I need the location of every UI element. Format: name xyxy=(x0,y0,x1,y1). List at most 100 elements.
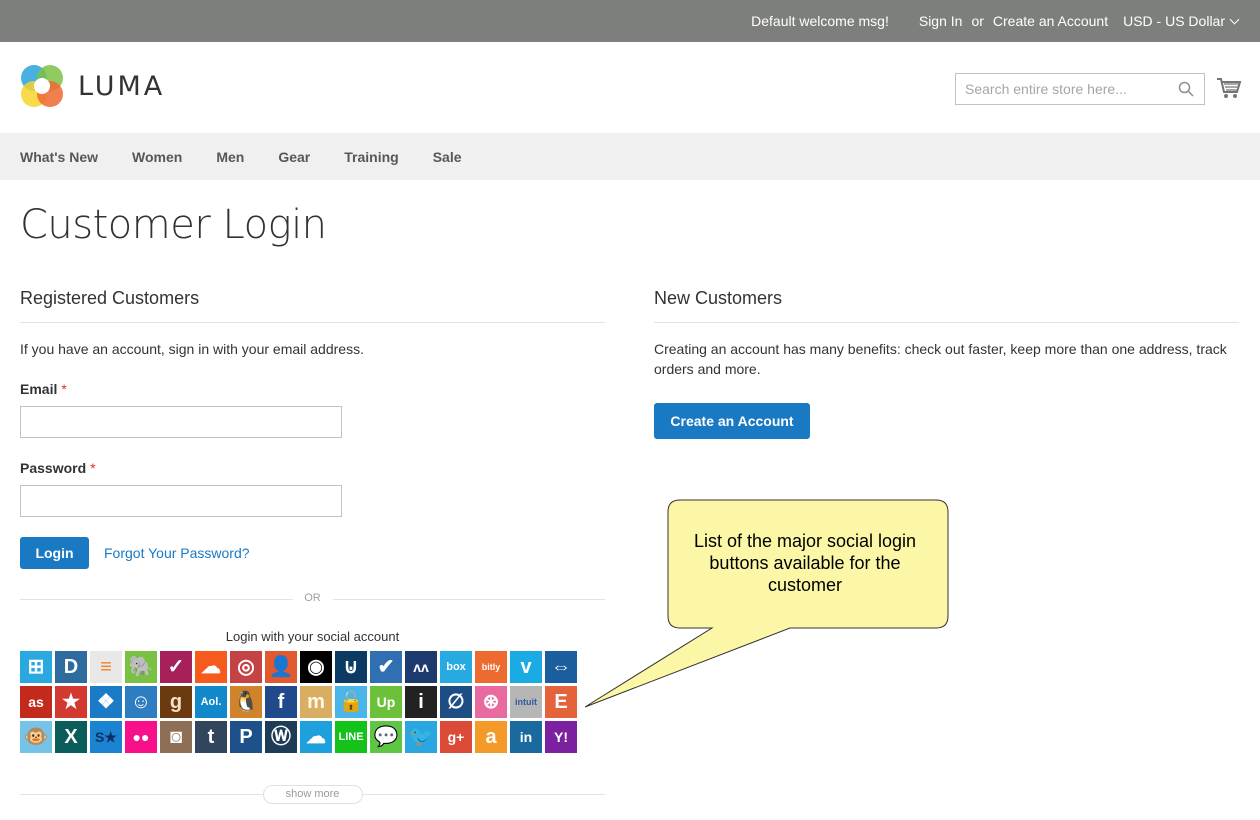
instapaper-icon: i xyxy=(418,691,424,713)
social-login-teamviewer[interactable]: ⇔ xyxy=(545,651,577,683)
nav-item-training[interactable]: Training xyxy=(344,149,398,165)
currency-switcher[interactable]: USD - US Dollar xyxy=(1123,13,1240,29)
flickr-icon: ●● xyxy=(132,729,150,745)
login-actions: Login Forgot Your Password? xyxy=(20,537,605,569)
forgot-password-link[interactable]: Forgot Your Password? xyxy=(104,545,250,561)
salesforce-chatter-icon: ∅ xyxy=(447,691,465,713)
cart-icon[interactable] xyxy=(1216,75,1242,101)
social-login-linkedin[interactable]: in xyxy=(510,721,542,753)
social-login-flickr[interactable]: ●● xyxy=(125,721,157,753)
stackexchange-icon: S★ xyxy=(95,729,117,745)
wordpress-com-icon: ✔ xyxy=(377,656,395,678)
social-login-salesforce-chatter[interactable]: ∅ xyxy=(440,686,472,718)
social-login-foursquare[interactable]: ✓ xyxy=(160,651,192,683)
registered-customers-block: Registered Customers If you have an acco… xyxy=(20,288,605,804)
social-login-meetup[interactable]: m xyxy=(300,686,332,718)
login-button[interactable]: Login xyxy=(20,537,89,569)
persona-icon: 👤 xyxy=(268,656,294,678)
social-login-qq[interactable]: 🐧 xyxy=(230,686,262,718)
social-login-weibo[interactable]: ◎ xyxy=(230,651,262,683)
instagram-icon: ◙ xyxy=(169,726,183,748)
sign-in-link[interactable]: Sign In xyxy=(919,13,963,29)
social-login-wordpress[interactable]: Ⓦ xyxy=(265,721,297,753)
nav-item-women[interactable]: Women xyxy=(132,149,182,165)
social-login-auth0[interactable]: 🔓 xyxy=(335,686,367,718)
google-plus-icon: g+ xyxy=(447,729,465,745)
welcome-message: Default welcome msg! xyxy=(751,13,889,29)
disqus-icon: D xyxy=(63,656,79,678)
social-login-reddit[interactable]: ☺ xyxy=(125,686,157,718)
yahoo-icon: Y! xyxy=(554,729,568,745)
email-label: Email * xyxy=(20,381,67,397)
social-login-aol[interactable]: Aol. xyxy=(195,686,227,718)
etsy-icon: E xyxy=(554,691,568,713)
social-login-salesforce[interactable]: ☁ xyxy=(300,721,332,753)
social-login-pocket[interactable]: ⊍ xyxy=(335,651,367,683)
facebook-icon: f xyxy=(277,691,285,713)
callout-annotation: List of the major social login buttons a… xyxy=(580,498,952,710)
social-login-mailchimp[interactable]: 🐵 xyxy=(20,721,52,753)
social-login-windows[interactable]: ⊞ xyxy=(20,651,52,683)
social-login-disqus[interactable]: D xyxy=(55,651,87,683)
social-login-mailru[interactable]: ʌʌ xyxy=(405,651,437,683)
show-more-separator: show more xyxy=(20,785,605,804)
social-login-persona[interactable]: 👤 xyxy=(265,651,297,683)
nav-item-sale[interactable]: Sale xyxy=(433,149,462,165)
required-mark: * xyxy=(61,381,67,397)
evernote-icon: 🐘 xyxy=(128,656,154,678)
social-login-github[interactable]: ◉ xyxy=(300,651,332,683)
social-login-soundcloud[interactable]: ☁ xyxy=(195,651,227,683)
weibo-icon: ◎ xyxy=(237,656,255,678)
reddit-icon: ☺ xyxy=(130,691,152,713)
social-login-facebook[interactable]: f xyxy=(265,686,297,718)
qq-icon: 🐧 xyxy=(233,691,259,713)
social-login-amazon[interactable]: a xyxy=(475,721,507,753)
logo-text: LUMA xyxy=(78,70,166,102)
social-login-dropbox[interactable]: ❖ xyxy=(90,686,122,718)
social-login-instapaper[interactable]: i xyxy=(405,686,437,718)
teamviewer-icon: ⇔ xyxy=(551,656,571,678)
social-login-bitly[interactable]: bitly xyxy=(475,651,507,683)
show-more-button[interactable]: show more xyxy=(262,785,363,804)
nav-item-men[interactable]: Men xyxy=(216,149,244,165)
social-login-dribbble[interactable]: ⊛ xyxy=(475,686,507,718)
required-mark: * xyxy=(90,460,96,476)
bitly-icon: bitly xyxy=(481,661,501,672)
social-login-paypal[interactable]: P xyxy=(230,721,262,753)
social-login-stackoverflow[interactable]: ≡ xyxy=(90,651,122,683)
search-icon[interactable] xyxy=(1178,81,1194,97)
social-login-xing[interactable]: X xyxy=(55,721,87,753)
social-login-google-plus[interactable]: g+ xyxy=(440,721,472,753)
social-login-instagram[interactable]: ◙ xyxy=(160,721,192,753)
nav-item-whats-new[interactable]: What's New xyxy=(20,149,98,165)
social-login-line[interactable]: LINE xyxy=(335,721,367,753)
social-login-etsy[interactable]: E xyxy=(545,686,577,718)
social-login-vimeo[interactable]: v xyxy=(510,651,542,683)
social-login-evernote[interactable]: 🐘 xyxy=(125,651,157,683)
goodreads-icon: g xyxy=(169,691,183,713)
social-login-stackexchange[interactable]: S★ xyxy=(90,721,122,753)
box-icon: box xyxy=(446,660,466,673)
password-field[interactable] xyxy=(20,485,342,517)
search-input[interactable] xyxy=(956,74,1166,104)
email-field[interactable] xyxy=(20,406,342,438)
social-login-box[interactable]: box xyxy=(440,651,472,683)
pocket-icon: ⊍ xyxy=(343,656,359,678)
registered-customers-title: Registered Customers xyxy=(20,288,605,323)
create-account-button[interactable]: Create an Account xyxy=(654,403,810,439)
registered-intro: If you have an account, sign in with you… xyxy=(20,341,364,357)
social-login-odnoklassniki[interactable]: ★ xyxy=(55,686,87,718)
nav-item-gear[interactable]: Gear xyxy=(278,149,310,165)
social-login-tumblr[interactable]: t xyxy=(195,721,227,753)
linkedin-icon: in xyxy=(519,729,533,745)
social-login-goodreads[interactable]: g xyxy=(160,686,192,718)
create-account-link[interactable]: Create an Account xyxy=(993,13,1108,29)
social-login-upwork[interactable]: Up xyxy=(370,686,402,718)
social-login-wordpress-com[interactable]: ✔ xyxy=(370,651,402,683)
social-login-twitter[interactable]: 🐦 xyxy=(405,721,437,753)
social-login-wechat[interactable]: 💬 xyxy=(370,721,402,753)
logo[interactable]: LUMA xyxy=(20,64,165,108)
social-login-yahoo[interactable]: Y! xyxy=(545,721,577,753)
social-login-intuit[interactable]: intuit xyxy=(510,686,542,718)
social-login-lastfm[interactable]: as xyxy=(20,686,52,718)
